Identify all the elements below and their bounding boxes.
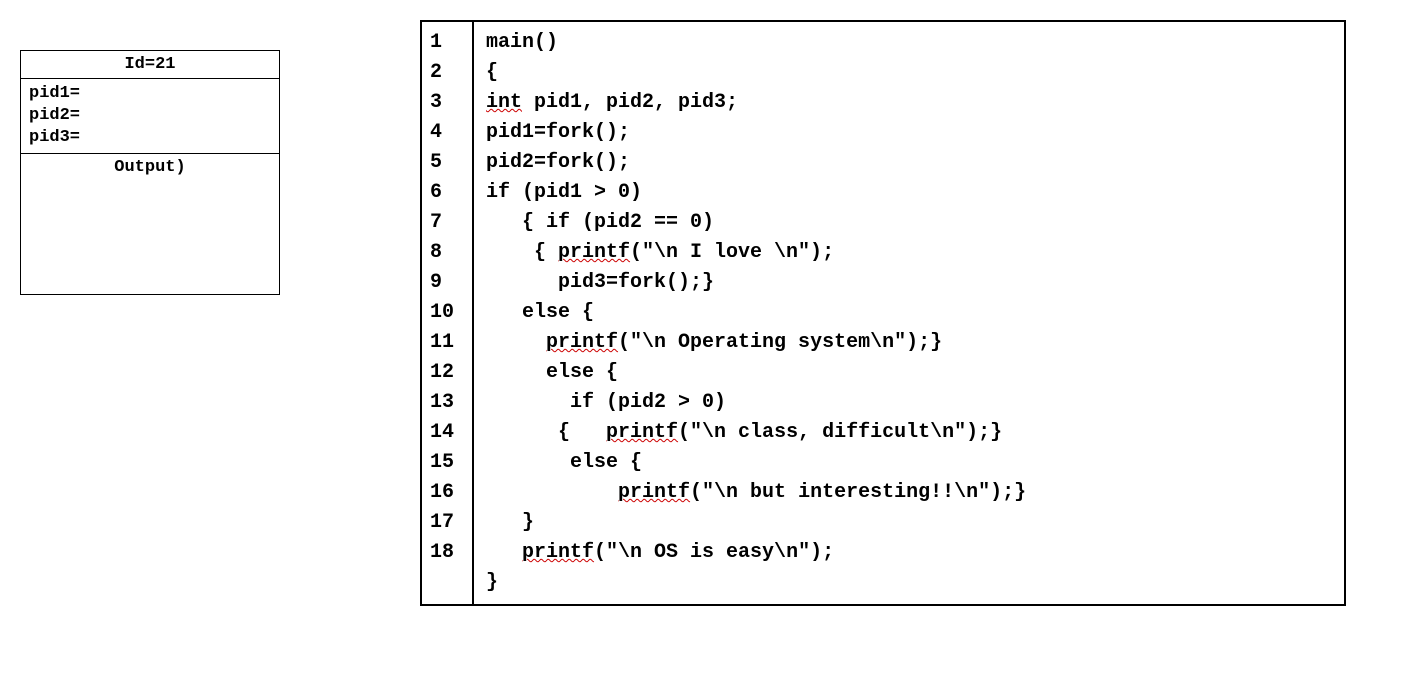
- line-number: 5: [430, 148, 460, 178]
- code-line: main(): [486, 28, 1332, 58]
- code-line: printf("\n OS is easy\n");: [486, 538, 1332, 568]
- line-number: 12: [430, 358, 460, 388]
- code-content: main(){int pid1, pid2, pid3;pid1=fork();…: [474, 22, 1344, 604]
- code-line: { if (pid2 == 0): [486, 208, 1332, 238]
- process-id-header: Id=21: [21, 51, 279, 79]
- code-line: int pid1, pid2, pid3;: [486, 88, 1332, 118]
- code-line: pid2=fork();: [486, 148, 1332, 178]
- func-printf: printf: [618, 481, 690, 504]
- line-number: 17: [430, 508, 460, 538]
- pid1-label: pid1=: [29, 83, 271, 105]
- code-line: printf("\n Operating system\n");}: [486, 328, 1332, 358]
- code-line: { printf("\n I love \n");: [486, 238, 1332, 268]
- line-number: 9: [430, 268, 460, 298]
- code-line: }: [486, 508, 1332, 538]
- code-line: if (pid1 > 0): [486, 178, 1332, 208]
- code-line: pid3=fork();}: [486, 268, 1332, 298]
- code-line: {: [486, 58, 1332, 88]
- func-printf: printf: [606, 421, 678, 444]
- output-label: Output): [29, 158, 271, 177]
- line-number: 18: [430, 538, 460, 568]
- pid-section: pid1= pid2= pid3=: [21, 79, 279, 154]
- line-number: 8: [430, 238, 460, 268]
- line-number: 3: [430, 88, 460, 118]
- line-number: 6: [430, 178, 460, 208]
- output-section: Output): [21, 154, 279, 294]
- pid3-label: pid3=: [29, 127, 271, 149]
- line-number: 15: [430, 448, 460, 478]
- code-line: else {: [486, 448, 1332, 478]
- code-line: }: [486, 568, 1332, 598]
- func-printf: printf: [546, 331, 618, 354]
- line-number: 14: [430, 418, 460, 448]
- process-panel: Id=21 pid1= pid2= pid3= Output): [20, 50, 280, 295]
- func-printf: printf: [558, 241, 630, 264]
- line-number: 11: [430, 328, 460, 358]
- code-container: 1 2 3 4 5 6 7 8 9 10 11 12 13 14 15 16 1…: [420, 20, 1346, 606]
- code-line: printf("\n but interesting!!\n");}: [486, 478, 1332, 508]
- line-number: 1: [430, 28, 460, 58]
- code-line: if (pid2 > 0): [486, 388, 1332, 418]
- line-number: 16: [430, 478, 460, 508]
- line-number: 2: [430, 58, 460, 88]
- process-box: Id=21 pid1= pid2= pid3= Output): [20, 50, 280, 295]
- func-printf: printf: [522, 541, 594, 564]
- code-line: { printf("\n class, difficult\n");}: [486, 418, 1332, 448]
- code-line: pid1=fork();: [486, 118, 1332, 148]
- pid2-label: pid2=: [29, 105, 271, 127]
- keyword-int: int: [486, 91, 522, 114]
- code-line: else {: [486, 298, 1332, 328]
- line-numbers-gutter: 1 2 3 4 5 6 7 8 9 10 11 12 13 14 15 16 1…: [422, 22, 474, 604]
- line-number: 10: [430, 298, 460, 328]
- line-number: 13: [430, 388, 460, 418]
- line-number: 4: [430, 118, 460, 148]
- line-number: 7: [430, 208, 460, 238]
- code-line: else {: [486, 358, 1332, 388]
